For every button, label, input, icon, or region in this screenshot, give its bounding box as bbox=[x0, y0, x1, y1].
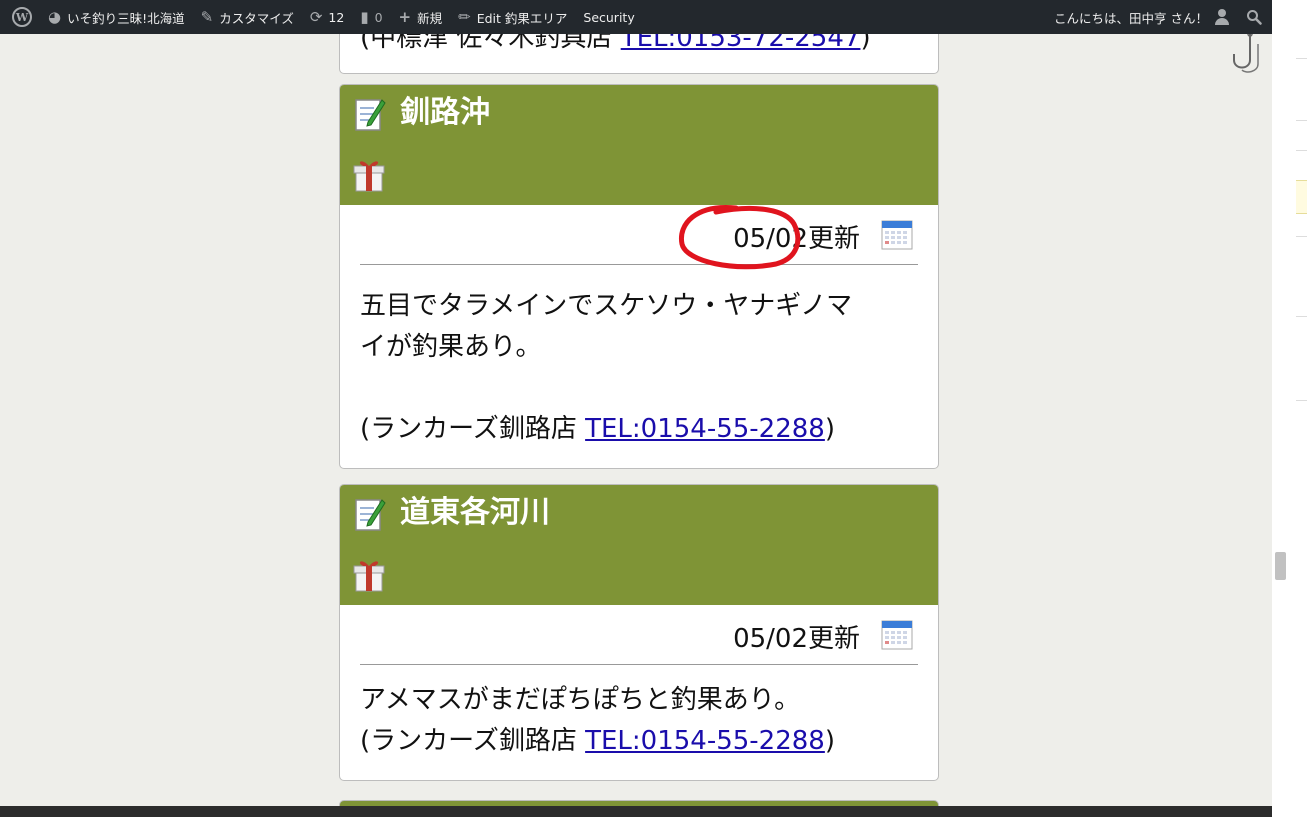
security-menu[interactable]: Security bbox=[575, 0, 642, 34]
close-paren: ) bbox=[824, 726, 836, 756]
customize-menu[interactable]: ✎ カスタマイズ bbox=[193, 0, 302, 34]
site-name-menu[interactable]: ◕ いそ釣り三昧!北海道 bbox=[40, 0, 193, 34]
report-line: 五目でタラメインでスケソウ・ヤナギノマ bbox=[360, 291, 853, 321]
shop-name: (ランカーズ釧路店 bbox=[360, 726, 586, 756]
update-row: 05/02更新 bbox=[360, 205, 918, 265]
update-date: 05/02更新 bbox=[733, 224, 860, 254]
shop-line: (ランカーズ釧路店 TEL:0154-55-2288) bbox=[360, 409, 918, 468]
updates-menu[interactable]: ⟳ 12 bbox=[302, 0, 352, 34]
card-title: 釧路沖 bbox=[400, 95, 490, 130]
search-icon bbox=[1247, 10, 1262, 25]
catch-report: 五目でタラメインでスケソウ・ヤナギノマ イが釣果あり。 (ランカーズ釧路店 TE… bbox=[360, 265, 918, 468]
close-paren: ) bbox=[824, 414, 836, 444]
adminbar-right: こんにちは、田中亨 さん！ bbox=[1046, 0, 1272, 34]
calendar-icon bbox=[881, 620, 913, 650]
gift-icon bbox=[353, 161, 385, 192]
plus-icon: + bbox=[398, 7, 412, 26]
tel-link[interactable]: TEL:0154-55-2288 bbox=[585, 414, 825, 444]
card-title: 道東各河川 bbox=[400, 495, 550, 530]
comments-count: 0 bbox=[374, 9, 383, 25]
update-date: 05/02更新 bbox=[733, 624, 860, 654]
area-card-kushiro-oki: 釧路沖 05/02更新 五目でタラメインでスケソウ・ヤナギノマ イが釣果あり。 … bbox=[339, 84, 939, 469]
wp-admin-bar: W ◕ いそ釣り三昧!北海道 ✎ カスタマイズ ⟳ 12 ▮ 0 + 新規 ✏ … bbox=[0, 0, 1272, 34]
update-row: 05/02更新 bbox=[360, 605, 918, 665]
memo-icon bbox=[355, 99, 386, 131]
report-line: イが釣果あり。 bbox=[360, 332, 542, 362]
card-header: 道東各河川 bbox=[340, 485, 938, 605]
card-body: 05/02更新 五目でタラメインでスケソウ・ヤナギノマ イが釣果あり。 (ランカ… bbox=[340, 205, 938, 468]
shop-name: (ランカーズ釧路店 bbox=[360, 414, 586, 444]
wp-logo-menu[interactable]: W bbox=[0, 0, 40, 34]
catch-report: アメマスがまだぽちぽちと釣果あり。 (ランカーズ釧路店 TEL:0154-55-… bbox=[360, 665, 918, 780]
updates-icon: ⟳ bbox=[309, 7, 323, 26]
side-panel-edge bbox=[1272, 0, 1307, 817]
customize-label: カスタマイズ bbox=[219, 10, 294, 26]
updates-count: 12 bbox=[328, 9, 345, 25]
bottom-toolbar bbox=[0, 806, 1272, 817]
greeting: こんにちは、田中亨 さん！ bbox=[1054, 10, 1208, 26]
report-line: アメマスがまだぽちぽちと釣果あり。 bbox=[360, 685, 801, 715]
area-card-doto-rivers: 道東各河川 05/02更新 アメマスがまだぽちぽちと釣果あり。 (ランカーズ釧路… bbox=[339, 484, 939, 781]
fishhook-icon bbox=[1233, 31, 1259, 73]
security-label: Security bbox=[583, 9, 635, 25]
new-content-menu[interactable]: + 新規 bbox=[391, 0, 451, 34]
memo-icon bbox=[355, 499, 386, 531]
user-icon bbox=[1214, 9, 1230, 25]
tel-link[interactable]: TEL:0154-55-2288 bbox=[585, 726, 825, 756]
comment-icon: ▮ bbox=[360, 7, 369, 26]
calendar-icon bbox=[881, 220, 913, 250]
card-body: 05/02更新 アメマスがまだぽちぽちと釣果あり。 (ランカーズ釧路店 TEL:… bbox=[340, 605, 938, 780]
wordpress-icon: W bbox=[12, 7, 32, 27]
new-label: 新規 bbox=[417, 10, 443, 26]
dashboard-icon: ◕ bbox=[48, 7, 62, 26]
pencil-icon: ✏ bbox=[458, 7, 471, 26]
edit-label: Edit 釣果エリア bbox=[476, 10, 568, 26]
site-name: いそ釣り三昧!北海道 bbox=[67, 10, 185, 26]
my-account-menu[interactable]: こんにちは、田中亨 さん！ bbox=[1046, 0, 1238, 34]
card-header: 釧路沖 bbox=[340, 85, 938, 205]
scrollbar-thumb[interactable] bbox=[1275, 552, 1286, 580]
edit-menu[interactable]: ✏ Edit 釣果エリア bbox=[450, 0, 575, 34]
gift-icon bbox=[353, 561, 385, 592]
search-button[interactable] bbox=[1238, 0, 1272, 34]
shop-line: (ランカーズ釧路店 TEL:0154-55-2288) bbox=[360, 721, 918, 780]
brush-icon: ✎ bbox=[200, 7, 214, 26]
comments-menu[interactable]: ▮ 0 bbox=[352, 0, 390, 34]
